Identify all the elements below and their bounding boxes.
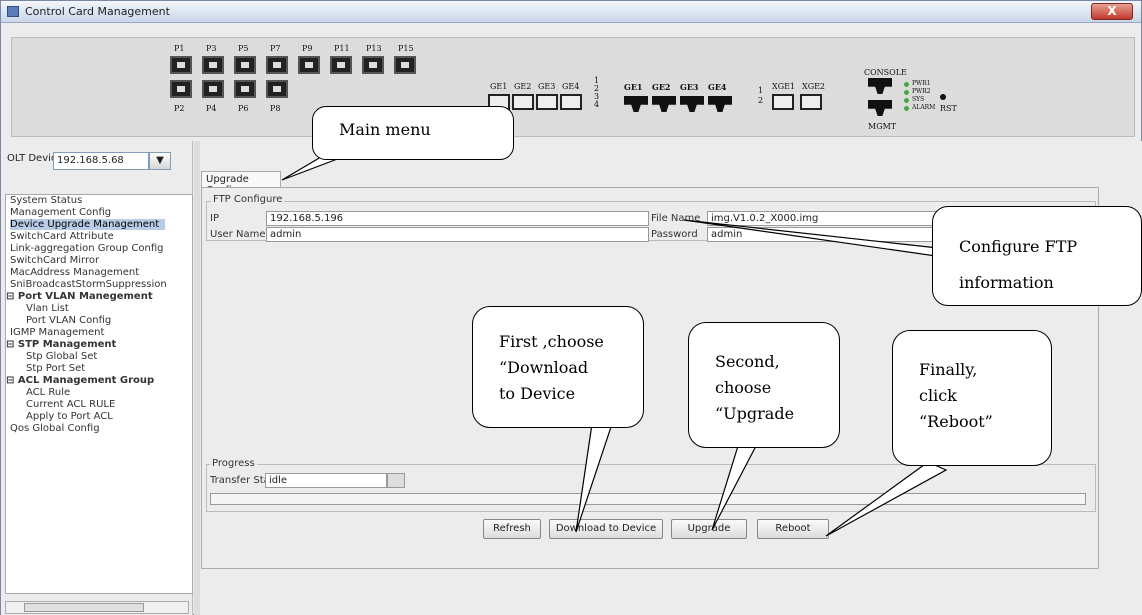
callout-text: click <box>919 386 957 405</box>
callout-ftp-info: Configure FTP information <box>932 206 1142 306</box>
callout-final-step: Finally, click “Reboot” <box>892 330 1052 466</box>
callout-text: Finally, <box>919 360 978 379</box>
callout-text: choose <box>715 378 772 397</box>
callout-text: “Reboot” <box>919 412 993 431</box>
callout-text: “Upgrade <box>715 404 795 423</box>
callout-main-menu: Main menu <box>312 106 514 160</box>
callout-text: to Device <box>499 384 576 403</box>
callout-text: Second, <box>715 352 780 371</box>
callout-text: Configure FTP <box>959 237 1078 256</box>
callout-second-step: Second, choose “Upgrade <box>688 322 840 448</box>
callout-text: “Download <box>499 358 589 377</box>
callout-first-step: First ,choose “Download to Device <box>472 306 644 428</box>
callout-text: Main menu <box>339 120 431 139</box>
callout-text: First ,choose <box>499 332 604 351</box>
callout-text: information <box>959 273 1054 292</box>
